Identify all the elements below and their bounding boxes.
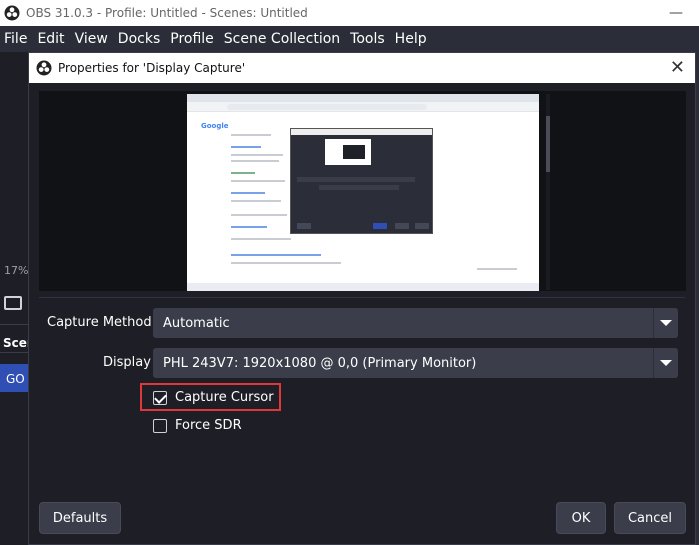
menu-scene-collection[interactable]: Scene Collection: [219, 31, 345, 47]
force-sdr-option[interactable]: Force SDR: [153, 418, 242, 433]
close-icon[interactable]: ✕: [670, 59, 685, 77]
force-sdr-checkbox[interactable]: [153, 418, 167, 433]
highlight-annotation: [140, 383, 281, 411]
main-left-panel: 17% Scen GO: [0, 52, 35, 545]
google-logo: Google: [201, 122, 229, 130]
panel-divider: [0, 324, 28, 325]
display-value: PHL 243V7: 1920x1080 @ 0,0 (Primary Moni…: [163, 355, 477, 371]
dialog-titlebar: Properties for 'Display Capture' ✕: [29, 53, 695, 83]
ok-button[interactable]: OK: [556, 502, 606, 534]
dialog-title: Properties for 'Display Capture': [58, 61, 246, 75]
chevron-down-icon: [653, 308, 678, 338]
dialog-divider: [39, 297, 685, 298]
force-sdr-label: Force SDR: [175, 418, 242, 433]
browser-address-bar: [187, 102, 539, 112]
taskbar: [187, 283, 539, 291]
display-select[interactable]: PHL 243V7: 1920x1080 @ 0,0 (Primary Moni…: [153, 348, 678, 378]
obs-logo-icon: [4, 5, 20, 21]
cancel-button[interactable]: Cancel: [614, 502, 686, 534]
menu-file[interactable]: File: [0, 31, 32, 47]
obs-logo-icon: [36, 60, 52, 76]
zoom-percent: 17%: [4, 264, 29, 277]
display-capture-thumbnail: Google: [187, 94, 539, 291]
display-label: Display: [103, 355, 151, 370]
browser-tabs: [187, 94, 539, 102]
menu-docks[interactable]: Docks: [113, 31, 165, 47]
menu-view[interactable]: View: [70, 31, 113, 47]
capture-method-label: Capture Method: [47, 315, 152, 330]
menu-bar: File Edit View Docks Profile Scene Colle…: [0, 26, 699, 52]
preview-scrollbar[interactable]: [546, 94, 550, 290]
capture-method-value: Automatic: [163, 315, 230, 331]
defaults-button[interactable]: Defaults: [39, 502, 121, 534]
app-titlebar: OBS 31.0.3 - Profile: Untitled - Scenes:…: [0, 0, 699, 26]
properties-dialog: Properties for 'Display Capture' ✕ Googl…: [28, 52, 696, 545]
scene-item-selected[interactable]: GO: [0, 364, 28, 392]
menu-profile[interactable]: Profile: [165, 31, 219, 47]
menu-tools[interactable]: Tools: [345, 31, 390, 47]
source-preview: Google: [39, 91, 686, 291]
nested-obs-window: [290, 128, 433, 234]
monitor-icon[interactable]: [4, 296, 22, 310]
app-title: OBS 31.0.3 - Profile: Untitled - Scenes:…: [26, 6, 308, 20]
chevron-down-icon: [653, 348, 678, 378]
panel-divider: [0, 352, 28, 353]
capture-method-select[interactable]: Automatic: [153, 308, 678, 338]
menu-help[interactable]: Help: [390, 31, 432, 47]
minimize-button[interactable]: —: [669, 5, 683, 21]
menu-edit[interactable]: Edit: [32, 31, 69, 47]
